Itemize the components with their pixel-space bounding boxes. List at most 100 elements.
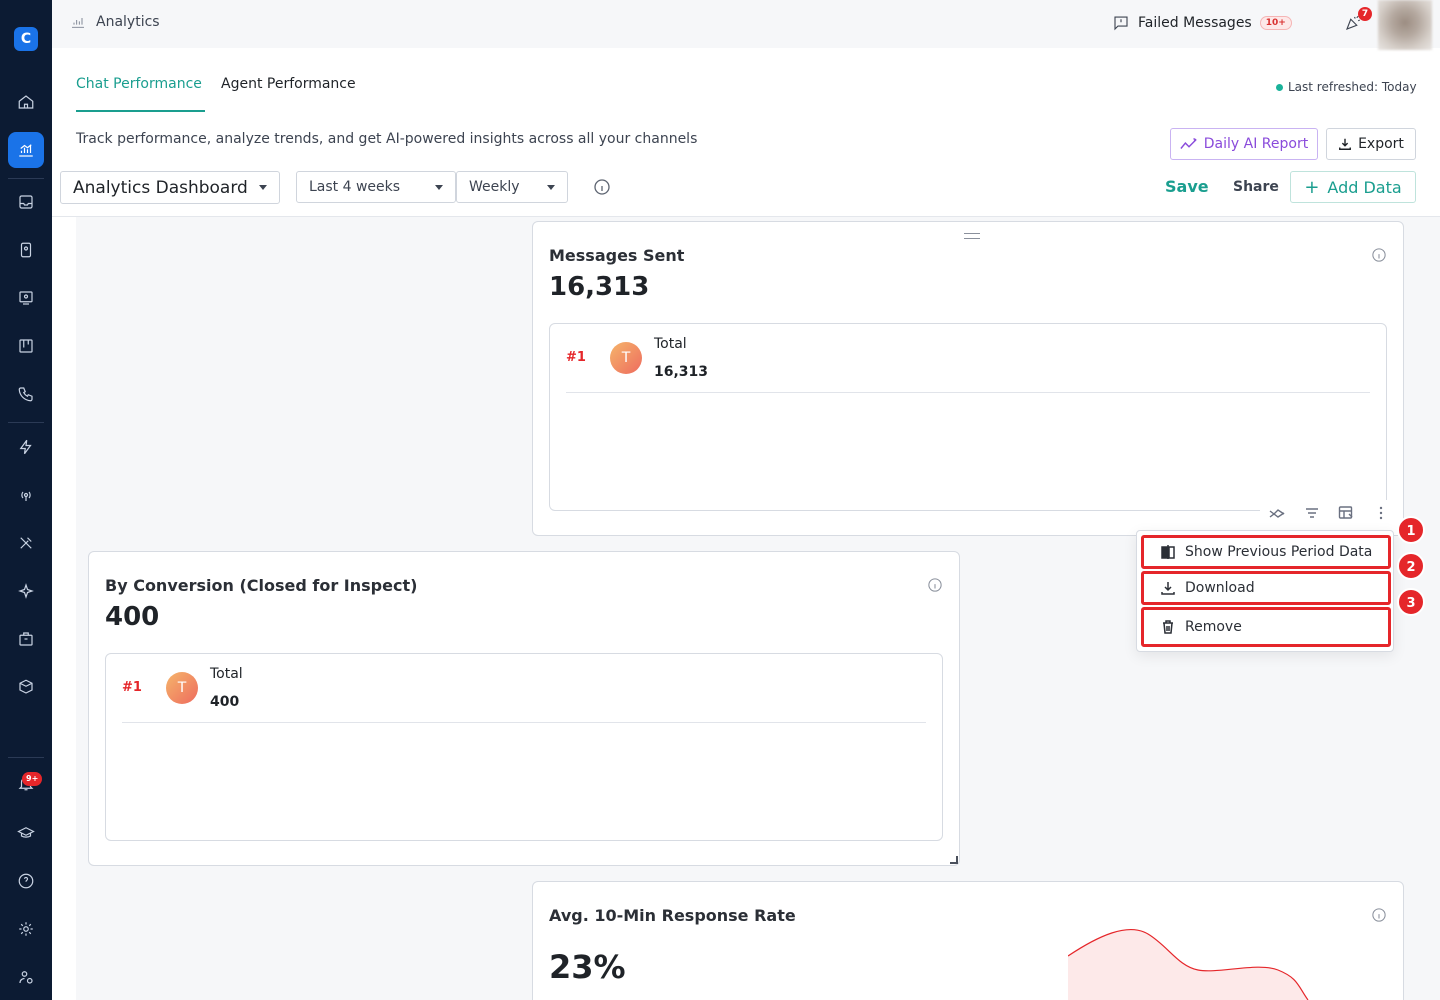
step-marker: 3 <box>1397 588 1425 616</box>
step-marker: 2 <box>1397 552 1425 580</box>
header-title: Analytics <box>96 14 160 30</box>
chevron-down-icon <box>547 184 555 190</box>
monitor-icon[interactable] <box>8 280 44 316</box>
save-button[interactable]: Save <box>1165 177 1209 196</box>
card-value: 400 <box>105 602 160 632</box>
drag-handle-icon[interactable] <box>964 233 980 239</box>
page-title: Analytics <box>70 14 160 30</box>
updates-badge: 7 <box>1358 7 1372 21</box>
more-vertical-icon[interactable] <box>1373 505 1389 521</box>
sidebar: C 9+ <box>0 0 52 1000</box>
daily-ai-report-label: Daily AI Report <box>1203 136 1309 152</box>
table-edit-icon[interactable] <box>1338 505 1354 521</box>
lightning-icon[interactable] <box>8 429 44 465</box>
analytics-icon[interactable] <box>8 132 44 168</box>
info-icon[interactable] <box>1372 907 1386 922</box>
row-label: Total <box>210 666 243 682</box>
top-header: Analytics Failed Messages 10+ 7 <box>52 0 1440 50</box>
analytics-small-icon <box>72 18 84 28</box>
card-context-menu: Show Previous Period Data Download Remov… <box>1136 530 1394 652</box>
graduation-icon[interactable] <box>8 815 44 851</box>
response-rate-sparkline <box>1068 929 1309 1000</box>
briefcase-icon[interactable] <box>8 621 44 657</box>
date-range-value: Last 4 weeks <box>309 179 401 195</box>
board-icon[interactable] <box>8 328 44 364</box>
resize-handle-icon[interactable] <box>950 856 958 864</box>
share-button[interactable]: Share <box>1233 179 1279 195</box>
tab-chat-performance[interactable]: Chat Performance <box>76 76 202 92</box>
chevron-down-icon <box>259 185 267 190</box>
app-logo[interactable]: C <box>14 27 38 51</box>
compare-icon <box>1161 545 1175 559</box>
add-data-label: Add Data <box>1327 177 1402 197</box>
sidebar-divider <box>8 757 44 758</box>
dashboard-select[interactable]: Analytics Dashboard <box>60 171 280 204</box>
phone-icon[interactable] <box>8 376 44 412</box>
step-marker: 1 <box>1397 516 1425 544</box>
row-divider <box>566 392 1370 393</box>
tab-agent-performance[interactable]: Agent Performance <box>221 76 356 92</box>
daily-ai-report-button[interactable]: Daily AI Report <box>1170 128 1318 160</box>
card-title: Messages Sent <box>549 246 685 265</box>
sidebar-divider <box>8 422 44 423</box>
trend-compare-icon[interactable] <box>1269 505 1285 521</box>
menu-item-label: Show Previous Period Data <box>1185 544 1373 560</box>
failed-messages-button[interactable]: Failed Messages 10+ <box>1112 14 1292 32</box>
failed-messages-badge: 10+ <box>1259 16 1292 30</box>
avatar: T <box>610 342 642 374</box>
page-subtitle: Track performance, analyze trends, and g… <box>76 131 698 147</box>
card-toolbar <box>1260 500 1398 526</box>
chevron-down-icon <box>435 184 443 190</box>
sparkle-icon[interactable] <box>8 573 44 609</box>
active-tab-indicator <box>76 110 205 112</box>
export-button[interactable]: Export <box>1326 128 1416 160</box>
inbox-icon[interactable] <box>8 184 44 220</box>
last-refreshed: Last refreshed: Today <box>1276 80 1417 94</box>
add-data-button[interactable]: + Add Data <box>1290 171 1416 203</box>
message-alert-icon <box>1114 16 1128 31</box>
info-icon[interactable] <box>1372 247 1386 262</box>
gear-icon[interactable] <box>8 911 44 947</box>
trash-icon <box>1163 620 1173 634</box>
last-refreshed-text: Last refreshed: Today <box>1288 80 1417 94</box>
download-icon <box>1339 138 1352 150</box>
notification-badge: 9+ <box>22 772 43 786</box>
user-settings-icon[interactable] <box>8 959 44 995</box>
filter-icon[interactable] <box>1304 505 1320 521</box>
rank-label: #1 <box>566 350 586 365</box>
sidebar-divider <box>8 178 44 179</box>
help-icon[interactable] <box>8 863 44 899</box>
granularity-select[interactable]: Weekly <box>456 171 568 203</box>
menu-item-label: Download <box>1185 580 1255 596</box>
card-title: By Conversion (Closed for Inspect) <box>105 576 418 595</box>
export-label: Export <box>1358 136 1404 152</box>
info-icon[interactable] <box>928 577 942 592</box>
ai-trend-icon <box>1180 137 1197 149</box>
status-dot <box>1276 83 1283 91</box>
card-title: Avg. 10-Min Response Rate <box>549 906 796 925</box>
user-avatar[interactable] <box>1378 0 1432 50</box>
download-icon <box>1161 582 1175 595</box>
row-value: 16,313 <box>654 364 709 380</box>
menu-item-download[interactable]: Download <box>1141 571 1391 605</box>
home-icon[interactable] <box>8 84 44 120</box>
failed-messages-label: Failed Messages <box>1138 15 1252 31</box>
card-value: 23% <box>549 948 626 986</box>
date-range-select[interactable]: Last 4 weeks <box>296 171 456 203</box>
row-value: 400 <box>210 694 240 710</box>
card-value: 16,313 <box>549 272 650 302</box>
menu-item-label: Remove <box>1185 619 1242 635</box>
contacts-icon[interactable] <box>8 232 44 268</box>
info-icon[interactable] <box>594 179 610 195</box>
avatar: T <box>166 672 198 704</box>
menu-item-remove[interactable]: Remove <box>1141 607 1391 647</box>
row-divider <box>122 722 926 723</box>
rank-label: #1 <box>122 680 142 695</box>
package-icon[interactable] <box>8 669 44 705</box>
broadcast-icon[interactable] <box>8 477 44 513</box>
row-label: Total <box>654 336 687 352</box>
plus-icon: + <box>1304 176 1320 198</box>
dashboard-select-value: Analytics Dashboard <box>73 177 248 198</box>
menu-item-show-previous-period[interactable]: Show Previous Period Data <box>1141 535 1391 569</box>
tools-icon[interactable] <box>8 525 44 561</box>
